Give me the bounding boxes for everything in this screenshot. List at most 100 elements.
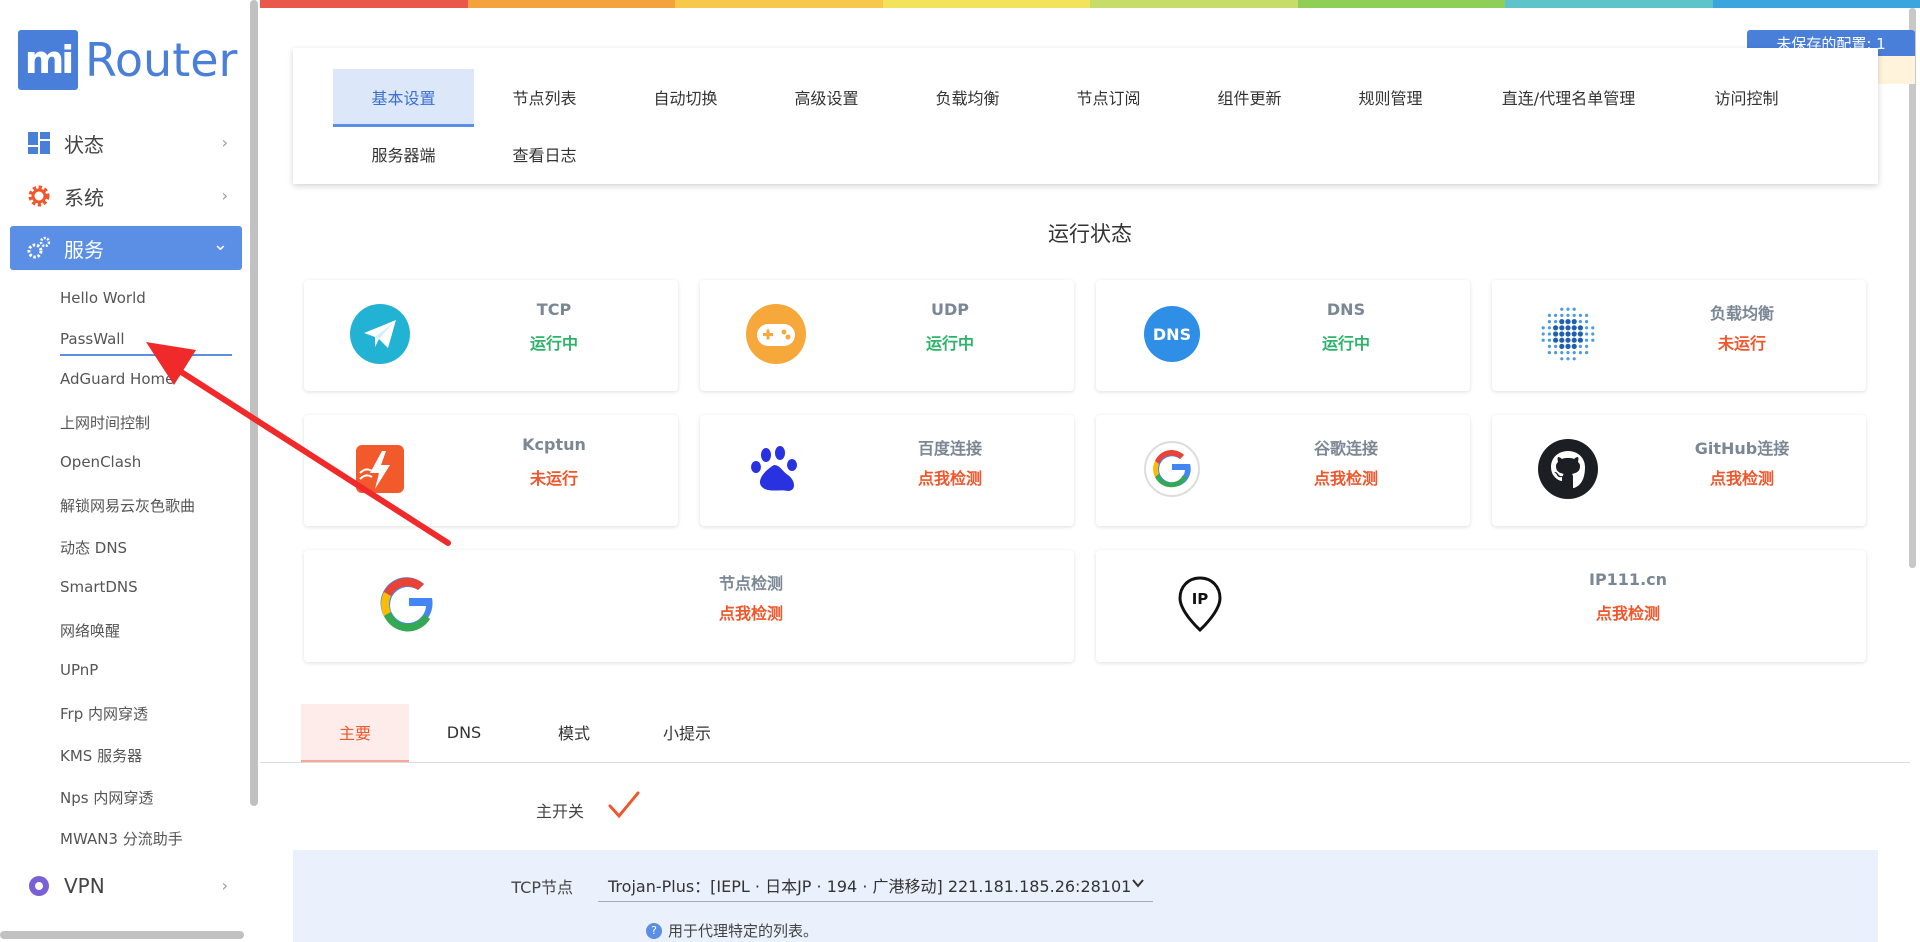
tab-component-update[interactable]: 组件更新	[1179, 69, 1320, 124]
tab-load-balance[interactable]: 负载均衡	[897, 69, 1038, 124]
card-status: 点我检测	[718, 604, 783, 623]
sidebar-item-mwan3[interactable]: MWAN3 分流助手	[60, 828, 183, 849]
card-name: UDP	[931, 300, 969, 319]
menu-system-label: 系统	[64, 185, 104, 210]
card-status: 点我检测	[1313, 469, 1378, 488]
paper-plane-icon	[348, 302, 412, 366]
main-switch-checkbox[interactable]	[607, 790, 641, 824]
card-name: TCP	[536, 300, 572, 319]
dashboard-icon	[26, 130, 52, 156]
sidebar-item-adguard[interactable]: AdGuard Home	[60, 370, 174, 388]
menu-item-status[interactable]: 状态 ›	[10, 121, 242, 165]
svg-text:IP: IP	[1192, 590, 1209, 608]
tcp-node-select[interactable]: Trojan-Plus：[IEPL · 日本JP · 194 · 广港移动] 2…	[598, 868, 1153, 902]
sidebar-item-passwall[interactable]: PassWall	[60, 330, 232, 356]
sidebar-horizontal-scrollbar[interactable]	[0, 931, 244, 939]
sidebar-item-kms[interactable]: KMS 服务器	[60, 745, 142, 766]
card-status: 未运行	[1717, 334, 1766, 353]
tcp-node-value: Trojan-Plus：[IEPL · 日本JP · 194 · 广港移动] 2…	[608, 876, 1132, 896]
sidebar-item-upnp[interactable]: UPnP	[60, 661, 98, 679]
chevron-right-icon: ›	[221, 876, 228, 895]
logo[interactable]: mi Router	[18, 30, 237, 90]
card-status: 点我检测	[917, 469, 982, 488]
load-balance-icon	[1536, 302, 1600, 366]
tab-access-control[interactable]: 访问控制	[1676, 69, 1817, 124]
tab-node-subscribe[interactable]: 节点订阅	[1038, 69, 1179, 124]
help-icon: ?	[646, 922, 662, 939]
main-content: 未保存的配置: 1 自动刷新 开 基本设置 节点列表 自动切换 高级设置 负载均…	[260, 0, 1920, 942]
status-card-tcp[interactable]: TCP 运行中	[304, 280, 678, 391]
status-card-baidu[interactable]: 百度连接 点我检测	[700, 415, 1074, 526]
sidebar-item-ddns[interactable]: 动态 DNS	[60, 537, 127, 558]
sidebar-item-hello-world[interactable]: Hello World	[60, 289, 146, 307]
tab-tips[interactable]: 小提示	[629, 704, 745, 760]
tab-direct-proxy-list[interactable]: 直连/代理名单管理	[1461, 69, 1676, 124]
tab-divider	[260, 762, 1910, 763]
main-switch-label: 主开关	[535, 802, 584, 821]
tab-basic-settings[interactable]: 基本设置	[333, 69, 474, 127]
vpn-icon	[26, 873, 52, 899]
card-status: 点我检测	[1595, 604, 1660, 623]
mi-logo-mark: mi	[18, 30, 78, 90]
kcptun-icon	[348, 437, 412, 501]
card-status: 未运行	[529, 469, 578, 488]
card-name: IP111.cn	[1588, 570, 1668, 589]
status-card-load-balance[interactable]: 负载均衡 未运行	[1492, 280, 1866, 391]
tcp-node-label: TCP节点	[511, 878, 573, 897]
sidebar-item-wol[interactable]: 网络唤醒	[60, 620, 120, 641]
chevron-right-icon: ›	[221, 133, 228, 152]
menu-item-system[interactable]: 系统 ›	[10, 174, 242, 218]
menu-item-vpn[interactable]: VPN ›	[10, 864, 242, 908]
tab-rule-management[interactable]: 规则管理	[1320, 69, 1461, 124]
sidebar-item-frp[interactable]: Frp 内网穿透	[60, 703, 148, 724]
chevron-down-icon: ⌄	[212, 234, 228, 255]
run-status-title: 运行状态	[1048, 222, 1132, 246]
tab-mode[interactable]: 模式	[519, 704, 629, 760]
google-icon	[376, 572, 440, 636]
tab-node-list[interactable]: 节点列表	[474, 69, 615, 124]
card-status: 点我检测	[1709, 469, 1774, 488]
status-card-dns[interactable]: DNS DNS 运行中	[1096, 280, 1470, 391]
tab-bar: 基本设置 节点列表 自动切换 高级设置 负载均衡 节点订阅 组件更新 规则管理 …	[293, 48, 1878, 184]
rainbow-segment	[1712, 0, 1920, 8]
menu-item-services[interactable]: 服务 ⌄	[10, 226, 242, 270]
sidebar-item-unblock-music[interactable]: 解锁网易云灰色歌曲	[60, 495, 195, 516]
status-card-node-check[interactable]: 节点检测 点我检测	[304, 550, 1074, 662]
logo-text: Router	[85, 33, 238, 87]
ip-pin-icon: IP	[1168, 572, 1232, 636]
gears-icon	[26, 235, 52, 261]
tab-view-logs[interactable]: 查看日志	[474, 126, 615, 181]
baidu-paw-icon	[744, 437, 808, 501]
rainbow-segment	[467, 0, 675, 8]
rainbow-segment	[1297, 0, 1505, 8]
tab-auto-switch[interactable]: 自动切换	[615, 69, 756, 124]
status-card-kcptun[interactable]: Kcptun 未运行	[304, 415, 678, 526]
sidebar-scrollbar[interactable]	[250, 0, 258, 806]
tab-server[interactable]: 服务器端	[333, 126, 474, 181]
page-scrollbar[interactable]	[1909, 8, 1916, 568]
status-card-ip111[interactable]: IP IP111.cn 点我检测	[1096, 550, 1866, 662]
sidebar-item-openclash[interactable]: OpenClash	[60, 453, 141, 471]
status-card-github[interactable]: GitHub连接 点我检测	[1492, 415, 1866, 526]
dns-icon: DNS	[1140, 302, 1204, 366]
card-name: 节点检测	[718, 574, 783, 593]
google-icon	[1140, 437, 1204, 501]
status-card-google[interactable]: 谷歌连接 点我检测	[1096, 415, 1470, 526]
sidebar-item-time-control[interactable]: 上网时间控制	[60, 412, 150, 433]
card-status: 运行中	[925, 334, 974, 353]
sidebar-item-smartdns[interactable]: SmartDNS	[60, 578, 138, 596]
chevron-right-icon: ›	[221, 186, 228, 205]
rainbow-segment	[1505, 0, 1713, 8]
tab-dns[interactable]: DNS	[409, 704, 519, 760]
card-status: 运行中	[1321, 334, 1370, 353]
status-card-udp[interactable]: UDP 运行中	[700, 280, 1074, 391]
card-name: 负载均衡	[1709, 304, 1774, 323]
rainbow-segment	[882, 0, 1090, 8]
sidebar: mi Router 状态 › 系统 › 服务 ⌄ Hello World Pas…	[0, 0, 258, 942]
github-icon	[1536, 437, 1600, 501]
sidebar-item-nps[interactable]: Nps 内网穿透	[60, 787, 153, 808]
rainbow-bar	[260, 0, 1920, 8]
tab-main[interactable]: 主要	[301, 704, 409, 763]
tab-advanced-settings[interactable]: 高级设置	[756, 69, 897, 124]
card-status: 运行中	[529, 334, 578, 353]
